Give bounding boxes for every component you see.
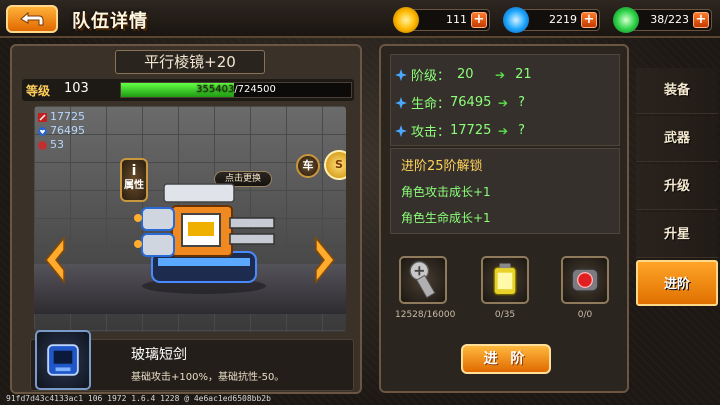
unlock-line-1: 角色攻击成长+1 [401,185,491,199]
hp-stat: 76495 [38,124,85,138]
hp-from: 76495 [450,95,492,110]
side-tabs: 装备 武器 升级 升星 进阶 [636,68,718,308]
attack-from: 17725 [450,123,492,138]
red-core-icon [561,256,609,304]
unlock-line-2: 角色生命成长+1 [401,211,491,225]
attack-stat: 17725 [38,110,85,124]
tab-weapon[interactable]: 武器 [636,116,718,162]
rank-row: 阶级： 20 ➔ 21 [395,65,532,84]
xp-total: /724500 [234,84,276,95]
hp-icon [395,96,407,109]
rank-icon [395,68,407,81]
xp-current: 355403 [196,84,235,95]
battery-canister-icon [481,256,529,304]
stat-comparison: 阶级： 20 ➔ 21 生命： 76495 ➔ ? 攻击： 17725 ➔ ? [390,54,620,146]
material-slot-1[interactable]: 12528/16000 [395,256,456,320]
attack-to: ? [518,123,525,138]
other-stat-value: 53 [50,138,64,151]
advance-button[interactable]: 进 阶 [461,344,551,374]
tank-vehicle-image [134,183,275,294]
item-stats: 17725 76495 53 [38,110,85,152]
other-stat: 53 [38,138,85,152]
attack-label: 攻击： [411,125,451,140]
advance-info-panel: 阶级： 20 ➔ 21 生命： 76495 ➔ ? 攻击： 17725 ➔ ? … [379,44,629,393]
sword-icon [38,112,47,122]
material-count-3: 0/0 [577,310,593,320]
green-energy-icon [613,7,639,33]
rank-from: 20 [457,67,474,82]
blue-device-icon [47,344,79,376]
page-title: 队伍详情 [72,11,148,32]
level-label: 等级 [26,84,51,98]
energy-value: 38/223 [650,13,689,26]
equipment-item-icon[interactable] [35,330,91,390]
hp-to: ? [518,95,525,110]
hp-row: 生命： 76495 ➔ ? [395,93,525,112]
rank-to: 21 [515,67,532,82]
rank-label: 阶级： [411,69,451,84]
unlock-info: 进阶25阶解锁 角色攻击成长+1 角色生命成长+1 [390,148,620,234]
arrow-right-icon: ➔ [495,67,506,82]
next-arrow-button[interactable] [312,236,338,284]
material-count-1: 12528/16000 [395,310,456,320]
item-preview-scene: 17725 76495 53 i 属性 车 S 点击更换 [34,106,346,332]
top-bar: 队伍详情 111 + 2219 + 38/223 + [0,0,720,38]
tab-advance[interactable]: 进阶 [636,260,718,306]
attack-stat-value: 17725 [50,110,85,123]
blue-crystal-icon [503,7,529,33]
hp-label: 生命： [411,97,451,112]
gold-value: 111 [446,13,467,26]
back-button[interactable] [6,5,58,33]
crystal-value: 2219 [549,13,577,26]
back-arrow-icon [20,11,44,26]
tab-upgrade[interactable]: 升级 [636,164,718,210]
unlock-title: 进阶25阶解锁 [401,159,483,174]
add-crystal-button[interactable]: + [581,12,597,28]
attack-row: 攻击： 17725 ➔ ? [395,121,525,140]
add-energy-button[interactable]: + [693,12,709,28]
material-count-2: 0/35 [494,310,516,320]
previous-arrow-button[interactable] [42,236,68,284]
tab-equipment[interactable]: 装备 [636,68,718,114]
info-icon: i [131,163,137,179]
car-button[interactable]: 车 [296,154,320,178]
gold-resource: 111 + [393,7,490,33]
item-name: 平行棱镜+20 [115,50,265,74]
material-slot-2[interactable]: 0/35 [477,256,533,320]
shield-icon [38,140,47,150]
equipment-name: 玻璃短剑 [131,347,187,363]
car-label: 车 [302,159,314,172]
screw-icon [399,256,447,304]
tab-star-up[interactable]: 升星 [636,212,718,258]
hp-stat-value: 76495 [50,124,85,137]
item-panel: 平行棱镜+20 等级 103 355403/724500 17725 76495… [10,44,362,394]
heart-icon [38,126,47,136]
s-emblem-icon: S [335,158,343,171]
crystal-resource: 2219 + [503,7,600,33]
material-slot-3[interactable]: 0/0 [557,256,613,320]
arrow-right-icon: ➔ [498,95,509,110]
build-info: 91fd7d43c4133ac1 106 1972 1.6.4 1228 @ 4… [6,394,271,403]
energy-resource: 38/223 + [613,7,712,33]
level-row: 等级 103 355403/724500 [22,79,354,101]
add-gold-button[interactable]: + [471,12,487,28]
level-value: 103 [64,81,89,96]
equipment-info: 玻璃短剑 基础攻击+100%，基础抗性-50。 [30,330,354,391]
special-s-button[interactable]: S [324,150,346,180]
attack-icon [395,124,407,137]
xp-text: 355403/724500 [121,84,351,95]
xp-bar: 355403/724500 [120,82,352,98]
gold-coin-icon [393,7,419,33]
equipment-description: 基础攻击+100%，基础抗性-50。 [131,372,285,383]
arrow-right-icon: ➔ [498,123,509,138]
